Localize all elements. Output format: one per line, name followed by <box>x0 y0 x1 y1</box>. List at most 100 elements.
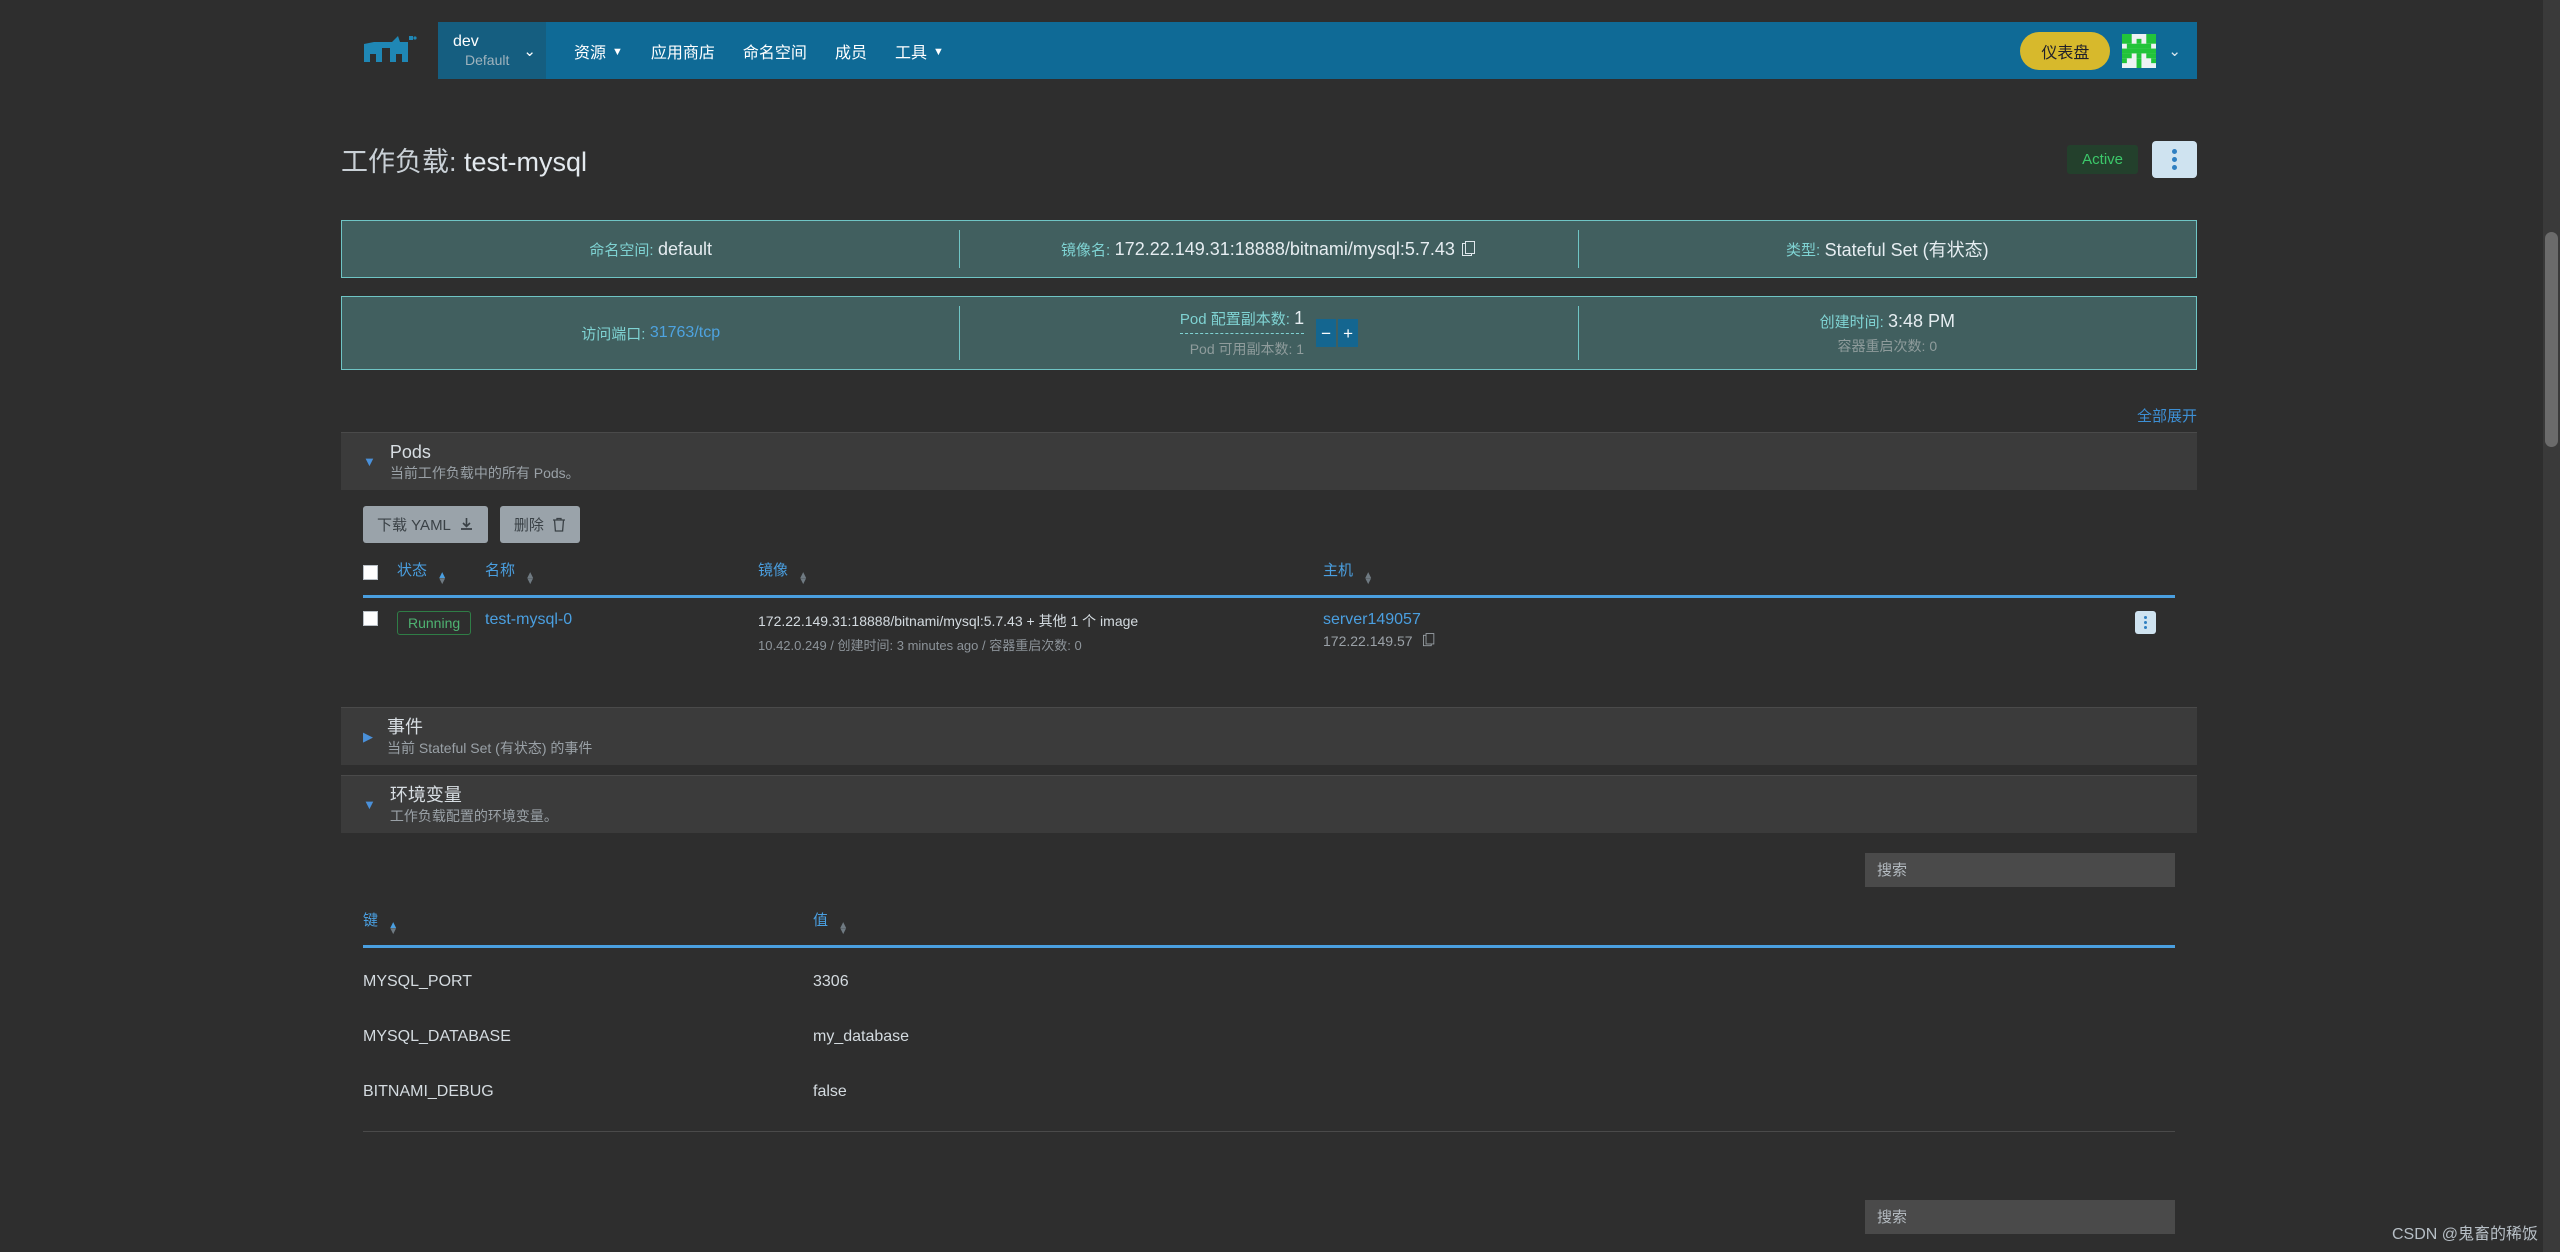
more-vertical-icon <box>2144 621 2147 625</box>
env-key: MYSQL_DATABASE <box>363 1028 511 1046</box>
table-row[interactable]: Running test-mysql-0 172.22.149.31:18888… <box>363 597 2175 668</box>
summary-namespace: 命名空间: default <box>342 221 959 277</box>
sort-arrows-icon: ▲ ▼ <box>798 570 809 588</box>
user-avatar-identicon[interactable] <box>2122 33 2157 68</box>
section-header-pods[interactable]: ▼ Pods 当前工作负载中的所有 Pods。 <box>341 432 2197 490</box>
cluster-subname: Default <box>465 51 510 68</box>
page-scrollbar-thumb[interactable] <box>2545 232 2558 447</box>
column-header-value-label: 值 <box>813 912 829 929</box>
row-state-cell: Running <box>397 597 485 668</box>
status-badge: Running <box>397 611 472 636</box>
download-yaml-button[interactable]: 下载 YAML <box>363 506 488 543</box>
pods-table-body: Running test-mysql-0 172.22.149.31:18888… <box>363 597 2175 668</box>
summary-image-value: 172.22.149.31:18888/bitnami/mysql:5.7.43 <box>1114 238 1455 259</box>
summary-image-label: 镜像名: <box>1061 241 1111 259</box>
pod-image-main: 172.22.149.31:18888/bitnami/mysql:5.7.43… <box>758 613 1139 630</box>
created-time-value: 3:48 PM <box>1887 310 1956 331</box>
column-header-host[interactable]: 主机 ▲ ▼ <box>1323 551 2135 599</box>
summary-namespace-label: 命名空间: <box>589 241 654 259</box>
select-all-checkbox[interactable] <box>363 564 378 580</box>
sort-arrows-icon: ▲ ▼ <box>388 920 399 938</box>
nav-item-app-store[interactable]: 应用商店 <box>637 22 729 79</box>
summary-ports: 访问端口: 31763/tcp <box>342 297 959 369</box>
download-yaml-label: 下载 YAML <box>377 517 451 534</box>
more-vertical-icon <box>2172 149 2177 154</box>
more-vertical-icon <box>2172 165 2177 170</box>
restart-count: 容器重启次数: 0 <box>1820 336 1955 356</box>
host-name-link[interactable]: server149057 <box>1323 611 2135 629</box>
next-section-body <box>341 1180 2197 1234</box>
sort-arrows-icon: ▲ ▼ <box>838 920 849 938</box>
copy-icon[interactable] <box>1461 240 1477 258</box>
delete-button[interactable]: 删除 <box>499 506 580 543</box>
summary-ports-label: 访问端口: <box>581 325 646 343</box>
avatar-chevron-down-icon[interactable]: ⌄ <box>2168 42 2181 60</box>
summary-type-value: Stateful Set (有状态) <box>1824 240 1989 260</box>
column-header-value[interactable]: 值 ▲ ▼ <box>813 901 2175 949</box>
nav-item-tools[interactable]: 工具 ▼ <box>881 22 958 79</box>
nav-item-namespace[interactable]: 命名空间 <box>729 22 821 79</box>
section-pods-text: Pods 当前工作负载中的所有 Pods。 <box>390 440 580 483</box>
restart-count-value: 0 <box>1929 337 1938 354</box>
scale-buttons: − + <box>1316 319 1359 347</box>
section-env-subtitle: 工作负载配置的环境变量。 <box>389 808 558 825</box>
row-actions-menu-button[interactable] <box>2135 611 2156 635</box>
app-logo[interactable] <box>341 22 438 79</box>
pods-table-head: 状态 ▲ ▼ 名称 ▲ ▼ 镜像 ▲ ▼ 主机 ▲ ▼ <box>363 551 2175 599</box>
search-input[interactable] <box>1865 853 2175 887</box>
status-badge: Active <box>2067 145 2138 174</box>
section-header-env[interactable]: ▼ 环境变量 工作负载配置的环境变量。 <box>341 775 2197 833</box>
column-header-image[interactable]: 镜像 ▲ ▼ <box>758 551 1323 599</box>
nav-item-label: 资源 <box>574 44 607 62</box>
summary-namespace-value: default <box>657 238 712 259</box>
column-header-actions <box>2135 551 2175 599</box>
workload-summary-banner-bottom: 访问端口: 31763/tcp Pod 配置副本数: 1 Pod 可用副本数: … <box>341 296 2197 370</box>
page-scrollbar-track[interactable] <box>2543 0 2560 1252</box>
scale-up-button[interactable]: + <box>1338 319 1359 347</box>
configured-replicas: Pod 配置副本数: 1 <box>1179 308 1305 334</box>
column-header-key-label: 键 <box>363 912 379 929</box>
pods-table: 状态 ▲ ▼ 名称 ▲ ▼ 镜像 ▲ ▼ 主机 ▲ ▼ Running test… <box>363 551 2175 667</box>
env-table: 键 ▲ ▼ 值 ▲ ▼ MYSQL_PORT 3306 MYSQL_DATABASE… <box>363 901 2175 1113</box>
cluster-selector[interactable]: dev Default ⌄ <box>438 22 546 79</box>
nav-item-resources[interactable]: 资源 ▼ <box>560 22 637 79</box>
section-header-events[interactable]: ▶ 事件 当前 Stateful Set (有状态) 的事件 <box>341 707 2197 765</box>
section-pods-title: Pods <box>389 441 431 462</box>
summary-type: 类型: Stateful Set (有状态) <box>1579 221 2196 277</box>
page-title-name: test-mysql <box>464 147 588 177</box>
pods-section-body: 下载 YAML 删除 状态 ▲ ▼ 名称 ▲ ▼ 镜像 ▲ ▼ 主机 ▲ ▼ R… <box>341 490 2197 667</box>
summary-image-name: 镜像名: 172.22.149.31:18888/bitnami/mysql:5… <box>960 221 1577 277</box>
expand-all-link[interactable]: 全部展开 <box>341 405 2197 426</box>
column-header-state[interactable]: 状态 ▲ ▼ <box>397 551 485 599</box>
column-header-host-label: 主机 <box>1323 562 1354 579</box>
page-actions-menu-button[interactable] <box>2152 141 2197 178</box>
nav-item-members[interactable]: 成员 <box>821 22 881 79</box>
column-header-name[interactable]: 名称 ▲ ▼ <box>485 551 758 599</box>
row-actions-cell <box>2135 597 2175 668</box>
more-vertical-icon <box>2144 626 2147 630</box>
search-input[interactable] <box>1865 1200 2175 1234</box>
scale-readouts: Pod 配置副本数: 1 Pod 可用副本数: 1 <box>1179 308 1305 359</box>
dashboard-button[interactable]: 仪表盘 <box>2020 31 2111 70</box>
env-value: false <box>813 1083 847 1101</box>
scale-control: Pod 配置副本数: 1 Pod 可用副本数: 1 − + <box>1179 308 1359 359</box>
watermark: CSDN @鬼畜的稀饭 <box>2391 1226 2538 1243</box>
delete-label: 删除 <box>513 517 544 534</box>
more-vertical-icon <box>2172 157 2177 162</box>
created-time-label: 创建时间: <box>1819 313 1884 331</box>
pod-name-link[interactable]: test-mysql-0 <box>485 611 572 628</box>
page-title-actions: Active <box>2067 141 2197 178</box>
nav-item-label: 工具 <box>894 44 927 62</box>
pods-toolbar: 下载 YAML 删除 <box>341 490 2197 551</box>
pod-image-sub: 10.42.0.249 / 创建时间: 3 minutes ago / 容器重启… <box>758 638 1082 654</box>
summary-created: 创建时间: 3:48 PM 容器重启次数: 0 <box>1579 297 2196 369</box>
triangle-right-icon: ▶ <box>363 728 373 744</box>
row-checkbox[interactable] <box>363 611 378 627</box>
cluster-name: dev <box>453 33 479 51</box>
section-events-subtitle: 当前 Stateful Set (有状态) 的事件 <box>387 740 593 757</box>
copy-icon[interactable] <box>1423 633 1436 648</box>
column-header-key[interactable]: 键 ▲ ▼ <box>363 901 813 949</box>
summary-ports-value[interactable]: 31763/tcp <box>650 324 720 342</box>
scale-down-button[interactable]: − <box>1316 319 1337 347</box>
page-title-label: 工作负载: <box>341 147 457 177</box>
